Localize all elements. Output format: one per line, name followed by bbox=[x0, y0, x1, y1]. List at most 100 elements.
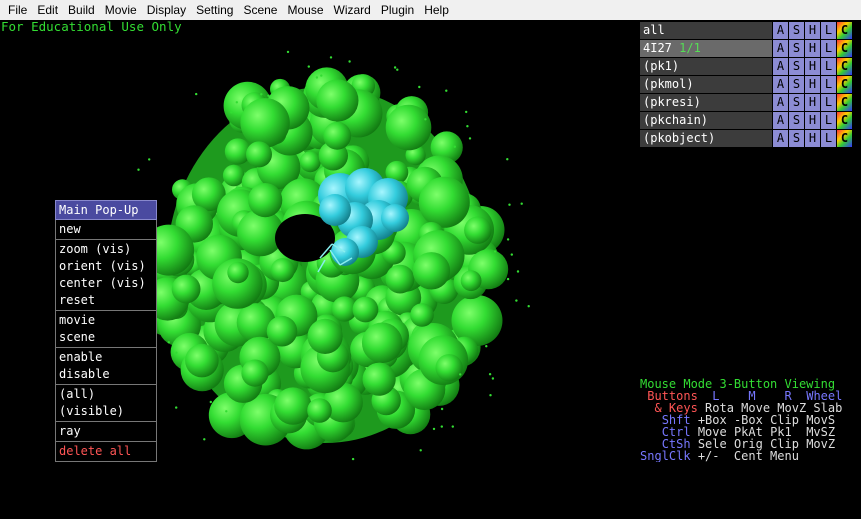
menu-bar: File Edit Build Movie Display Setting Scene Mou… bbox=[0, 0, 861, 20]
water-dot bbox=[175, 406, 178, 409]
popup-item-zoom-vis[interactable]: zoom (vis) bbox=[56, 241, 156, 258]
show-button[interactable]: S bbox=[789, 76, 805, 93]
popup-item-new[interactable]: new bbox=[56, 221, 156, 238]
menu-plugin[interactable]: Plugin bbox=[376, 0, 419, 20]
hide-button[interactable]: H bbox=[805, 112, 821, 129]
popup-item-orient-vis[interactable]: orient (vis) bbox=[56, 258, 156, 275]
label-button[interactable]: L bbox=[821, 22, 837, 39]
water-dot bbox=[396, 68, 399, 71]
popup-item-reset[interactable]: reset bbox=[56, 292, 156, 309]
action-button[interactable]: A bbox=[773, 130, 789, 147]
label-button[interactable]: L bbox=[821, 130, 837, 147]
mouse-mode-panel: Mouse Mode 3-Button Viewing Buttons L M … bbox=[640, 376, 861, 462]
menu-display[interactable]: Display bbox=[142, 0, 191, 20]
surface-bump bbox=[266, 315, 298, 347]
water-dot bbox=[393, 66, 397, 69]
object-name[interactable]: (pkchain) bbox=[640, 112, 773, 129]
label-button[interactable]: L bbox=[821, 112, 837, 129]
water-dot bbox=[440, 407, 444, 411]
surface-bump bbox=[412, 252, 451, 290]
object-name-label: 4I27 bbox=[643, 41, 672, 55]
water-dot bbox=[491, 377, 495, 380]
popup-item-center-vis[interactable]: center (vis) bbox=[56, 275, 156, 292]
water-dot bbox=[419, 449, 422, 452]
action-button[interactable]: A bbox=[773, 40, 789, 57]
color-button[interactable]: C bbox=[837, 58, 853, 75]
object-name[interactable]: (pkresi) bbox=[640, 94, 773, 111]
hide-button[interactable]: H bbox=[805, 40, 821, 57]
water-dot bbox=[508, 203, 511, 206]
water-dot bbox=[320, 74, 323, 77]
hide-button[interactable]: H bbox=[805, 58, 821, 75]
water-dot bbox=[488, 373, 492, 376]
hide-button[interactable]: H bbox=[805, 94, 821, 111]
menu-mouse[interactable]: Mouse bbox=[282, 0, 328, 20]
color-button[interactable]: C bbox=[837, 94, 853, 111]
label-button[interactable]: L bbox=[821, 58, 837, 75]
menu-wizard[interactable]: Wizard bbox=[329, 0, 376, 20]
object-name[interactable]: 4I27 1/1 bbox=[640, 40, 773, 57]
color-button[interactable]: C bbox=[837, 76, 853, 93]
hide-button[interactable]: H bbox=[805, 76, 821, 93]
menu-build[interactable]: Build bbox=[63, 0, 100, 20]
water-dot bbox=[225, 410, 228, 413]
object-name[interactable]: (pk1) bbox=[640, 58, 773, 75]
color-button[interactable]: C bbox=[837, 40, 853, 57]
object-row: (pkmol) A S H L C bbox=[640, 76, 861, 93]
surface-bump bbox=[362, 362, 396, 396]
label-button[interactable]: L bbox=[821, 94, 837, 111]
water-dot bbox=[520, 202, 523, 205]
color-button[interactable]: C bbox=[837, 112, 853, 129]
water-dot bbox=[493, 250, 497, 253]
popup-item-scene[interactable]: scene bbox=[56, 329, 156, 346]
object-name-label: (pkmol) bbox=[643, 77, 694, 91]
command-area[interactable] bbox=[0, 462, 861, 519]
action-button[interactable]: A bbox=[773, 58, 789, 75]
object-panel: all A S H L C 4I27 1/1 A S H L C (pk1) A S H L C (pkmol) A S… bbox=[640, 20, 861, 382]
color-button[interactable]: C bbox=[837, 130, 853, 147]
menu-setting[interactable]: Setting bbox=[191, 0, 238, 20]
object-name[interactable]: (pkobject) bbox=[640, 130, 773, 147]
hide-button[interactable]: H bbox=[805, 130, 821, 147]
water-dot bbox=[203, 438, 206, 441]
show-button[interactable]: S bbox=[789, 22, 805, 39]
menu-scene[interactable]: Scene bbox=[238, 0, 282, 20]
show-button[interactable]: S bbox=[789, 58, 805, 75]
menu-file[interactable]: File bbox=[0, 0, 32, 20]
popup-item-all[interactable]: (all) bbox=[56, 386, 156, 403]
label-button[interactable]: L bbox=[821, 40, 837, 57]
popup-item-visible[interactable]: (visible) bbox=[56, 403, 156, 420]
water-dot bbox=[167, 341, 170, 344]
popup-item-movie[interactable]: movie bbox=[56, 312, 156, 329]
action-button[interactable]: A bbox=[773, 94, 789, 111]
water-dot bbox=[235, 101, 238, 104]
water-dot bbox=[459, 373, 462, 376]
water-dot bbox=[418, 85, 421, 89]
surface-bump bbox=[185, 343, 219, 378]
action-button[interactable]: A bbox=[773, 22, 789, 39]
show-button[interactable]: S bbox=[789, 112, 805, 129]
popup-item-disable[interactable]: disable bbox=[56, 366, 156, 383]
surface-bump bbox=[323, 121, 352, 150]
menu-help[interactable]: Help bbox=[419, 0, 454, 20]
show-button[interactable]: S bbox=[789, 130, 805, 147]
water-dot bbox=[267, 94, 270, 97]
label-button[interactable]: L bbox=[821, 76, 837, 93]
popup-item-ray[interactable]: ray bbox=[56, 423, 156, 440]
show-button[interactable]: S bbox=[789, 94, 805, 111]
hide-button[interactable]: H bbox=[805, 22, 821, 39]
menu-movie[interactable]: Movie bbox=[100, 0, 142, 20]
surface-bump bbox=[361, 322, 403, 364]
menu-edit[interactable]: Edit bbox=[32, 0, 63, 20]
action-button[interactable]: A bbox=[773, 76, 789, 93]
water-dot bbox=[506, 158, 509, 161]
water-dot bbox=[506, 277, 510, 281]
show-button[interactable]: S bbox=[789, 40, 805, 57]
color-button[interactable]: C bbox=[837, 22, 853, 39]
surface-bump bbox=[274, 387, 312, 425]
popup-item-delete-all[interactable]: delete all bbox=[56, 443, 156, 460]
object-name[interactable]: (pkmol) bbox=[640, 76, 773, 93]
action-button[interactable]: A bbox=[773, 112, 789, 129]
object-name[interactable]: all bbox=[640, 22, 773, 39]
popup-item-enable[interactable]: enable bbox=[56, 349, 156, 366]
